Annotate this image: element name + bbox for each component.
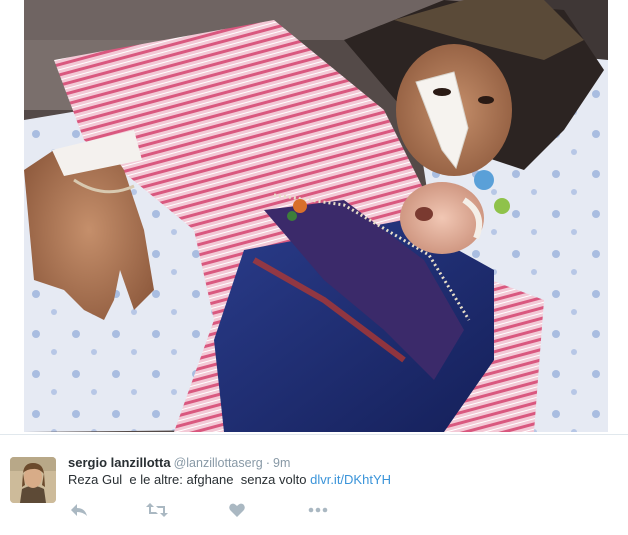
divider [0,434,628,435]
reply-icon [71,504,87,516]
retweet-icon [146,503,168,517]
more-icon [308,507,328,513]
tweet-text: Reza Gul e le altre: afghane senza volto… [68,471,391,489]
retweet-button[interactable] [146,501,168,519]
tweet-photo-image [24,0,608,432]
author-screenname[interactable]: @lanzillottaserg [174,456,263,470]
tweet-timestamp[interactable]: 9m [273,456,290,470]
reply-button[interactable] [68,501,90,519]
author-fullname[interactable]: sergio lanzillotta [68,455,171,470]
avatar[interactable] [10,457,56,503]
heart-icon [229,503,245,517]
avatar-image [10,457,56,503]
tweet-link[interactable]: dlvr.it/DKhtYH [310,472,391,487]
tweet[interactable]: sergio lanzillotta @lanzillottaserg · 9m Re… [0,445,628,535]
tweet-photo[interactable] [24,0,608,432]
more-button[interactable] [307,501,329,519]
like-button[interactable] [226,501,248,519]
tweet-header: sergio lanzillotta @lanzillottaserg · 9m [68,454,290,472]
tweet-text-plain: Reza Gul e le altre: afghane senza volto [68,472,311,487]
separator-dot: · [265,455,271,470]
